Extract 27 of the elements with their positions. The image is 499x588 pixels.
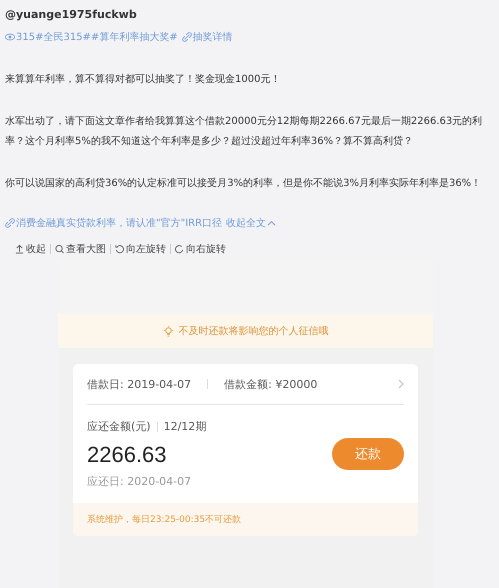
rotate-right-icon <box>175 244 184 254</box>
due-amount: 2266.63 <box>87 442 168 468</box>
caret-up-icon <box>267 220 276 226</box>
author-name[interactable]: @yuange1975fuckwb <box>5 0 494 26</box>
due-date: 应还日: 2020-04-07 <box>87 474 192 489</box>
toolbar-button[interactable]: 收起 <box>11 242 50 256</box>
post-paragraph: 你可以说国家的高利贷36%的认定标准可以接受月3%的利率，但是你不能说3%月利率实际年利率是36%！ <box>5 176 482 191</box>
link-icon <box>182 32 192 42</box>
search-icon <box>55 244 64 254</box>
link-icon <box>5 218 15 228</box>
due-label: 应还金额(元) <box>87 419 151 434</box>
period: 12/12期 <box>164 419 206 434</box>
loan-card[interactable]: 借款日: 2019-04-07 借款金额: ¥20000 应还金额(元) 12/12期 2266.63 应还日: 2020-04-07 还款 系统维护，每日23:25-00:35不可还款 <box>73 364 418 536</box>
post-paragraph: 来算算年利率，算不算得对都可以抽奖了！奖金现金1000元！ <box>5 72 282 87</box>
post-paragraph: 水军出动了，请下面这文章作者给我算算这个借款20000元分12期每期2266.67元最后一期2266.63元的利率？这个月利率5%的我不知道这个年利率是多少？超过没超过年利率36%？算不算高利贷？ <box>5 114 484 149</box>
chevron-right-icon <box>398 379 404 389</box>
toolbar-button[interactable]: 向左旋转 <box>111 242 170 256</box>
eye-icon <box>5 32 15 42</box>
loan-date: 借款日: 2019-04-07 <box>87 376 192 392</box>
notice-text: 不及时还款将影响您的个人征信哦 <box>178 324 328 338</box>
upload-icon <box>15 244 24 254</box>
loan-amount: 借款金额: ¥20000 <box>224 376 318 392</box>
toolbar-button[interactable]: 向右旋转 <box>171 242 230 256</box>
lightbulb-icon <box>162 326 174 336</box>
rotate-left-icon <box>115 244 124 254</box>
maintenance-notice: 系统维护，每日23:25-00:35不可还款 <box>73 503 418 536</box>
toolbar-button[interactable]: 查看大图 <box>51 242 110 256</box>
